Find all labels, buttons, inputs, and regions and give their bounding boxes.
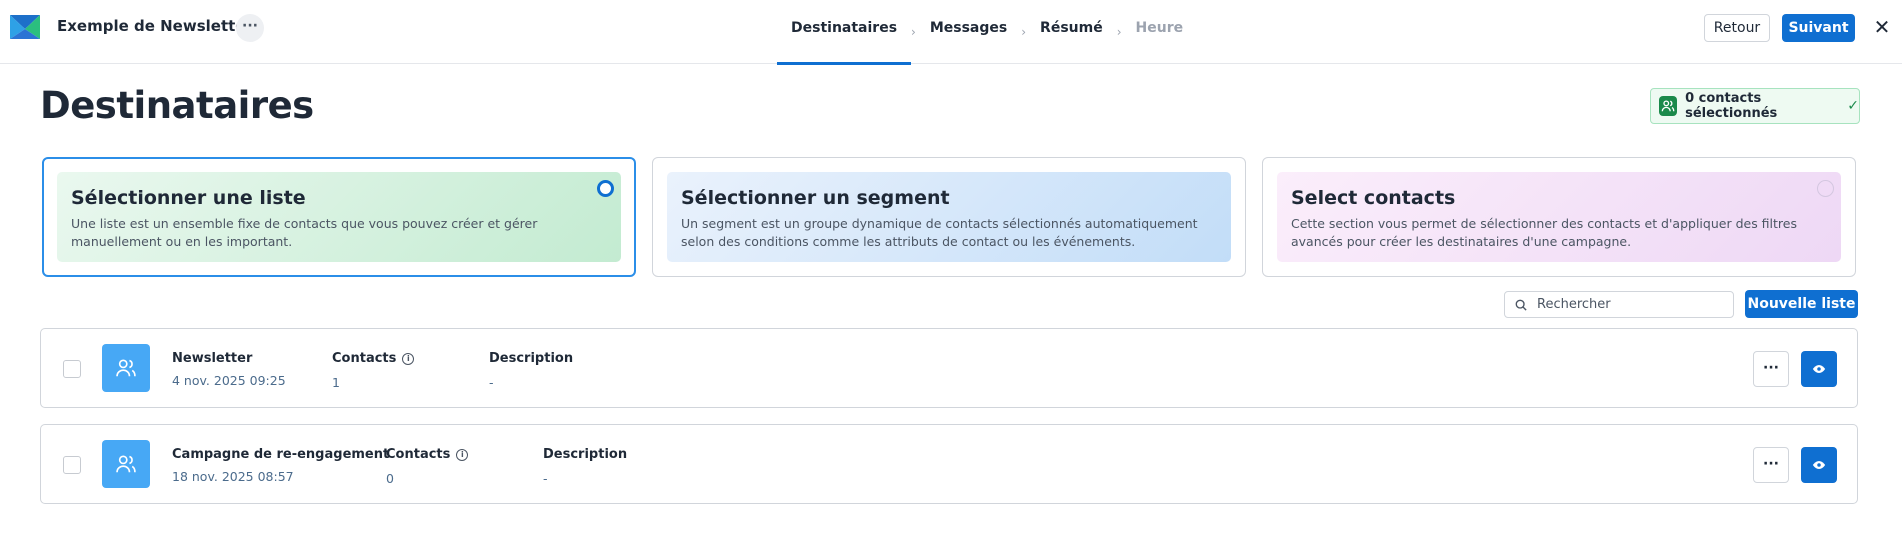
description-value: - [489,375,494,390]
info-icon[interactable]: i [456,448,469,461]
page-title: Destinataires [40,84,314,127]
top-bar: Exemple de Newsletter ··· Destinataires … [0,0,1902,65]
option-card-list[interactable]: Sélectionner une liste Une liste est un … [42,157,636,277]
contacts-header-label: Contacts [386,447,451,462]
option-card-segment[interactable]: Sélectionner un segment Un segment est u… [652,157,1246,277]
option-title: Sélectionner un segment [681,187,950,209]
list-row[interactable]: Newsletter 4 nov. 2025 09:25 Contacts i … [40,328,1858,408]
view-button[interactable] [1801,351,1837,387]
eye-icon [1812,365,1826,373]
list-name[interactable]: Campagne de re-engagement [172,447,389,462]
view-button[interactable] [1801,447,1837,483]
option-description: Cette section vous permet de sélectionne… [1291,216,1797,249]
list-date: 4 nov. 2025 09:25 [172,373,286,388]
contacts-count: 1 [332,375,340,390]
step-resume[interactable]: Résumé [1026,0,1117,64]
selected-count-label: 0 contacts sélectionnés [1685,91,1778,121]
row-checkbox[interactable] [63,360,81,378]
back-button[interactable]: Retour [1704,14,1770,42]
option-title: Sélectionner une liste [71,187,306,209]
contacts-header-label: Contacts [332,351,397,366]
contacts-header: Contacts i [332,351,415,366]
info-icon[interactable]: i [402,352,415,365]
search-icon [1515,299,1527,311]
step-destinataires[interactable]: Destinataires [777,0,912,65]
description-header: Description [543,447,627,462]
close-icon[interactable]: ✕ [1872,14,1892,40]
users-icon [116,359,136,377]
contacts-header: Contacts i [386,447,469,462]
option-card-contacts[interactable]: Select contacts Cette section vous perme… [1262,157,1856,277]
step-messages[interactable]: Messages [916,0,1021,64]
stepper: Destinataires › Messages › Résumé › Heur… [777,0,1197,65]
list-avatar [102,440,150,488]
list-name[interactable]: Newsletter [172,351,252,366]
selected-contacts-badge: 0 contacts sélectionnés ✓ [1650,88,1860,124]
more-options-button[interactable]: ··· [236,14,264,42]
app-logo-icon [10,15,40,39]
users-icon [116,455,136,473]
search-field[interactable] [1504,291,1734,318]
option-card-content: Sélectionner un segment Un segment est u… [667,172,1231,262]
option-card-content: Sélectionner une liste Une liste est un … [57,172,621,262]
list-avatar [102,344,150,392]
row-more-button[interactable]: ··· [1753,447,1789,483]
radio-selected-icon[interactable] [597,180,614,197]
eye-icon [1812,461,1826,469]
option-description: Une liste est un ensemble fixe de contac… [71,216,538,249]
radio-unselected-icon[interactable] [1817,180,1834,197]
row-more-button[interactable]: ··· [1753,351,1789,387]
option-card-content: Select contacts Cette section vous perme… [1277,172,1841,262]
new-list-button[interactable]: Nouvelle liste [1745,290,1858,318]
search-input[interactable] [1537,297,1717,312]
description-header-label: Description [543,447,628,462]
description-value: - [543,471,548,486]
option-title: Select contacts [1291,187,1456,209]
description-header: Description [489,351,573,366]
step-heure: Heure [1135,20,1184,36]
list-date: 18 nov. 2025 08:57 [172,469,294,484]
contacts-count: 0 [386,471,394,486]
app-title: Exemple de Newsletter [57,17,253,35]
next-button[interactable]: Suivant [1782,14,1855,42]
description-header-label: Description [489,351,574,366]
users-icon [1659,96,1678,116]
list-row[interactable]: Campagne de re-engagement 18 nov. 2025 0… [40,424,1858,504]
option-description: Un segment est un groupe dynamique de co… [681,216,1198,249]
row-checkbox[interactable] [63,456,81,474]
check-icon: ✓ [1847,98,1859,114]
